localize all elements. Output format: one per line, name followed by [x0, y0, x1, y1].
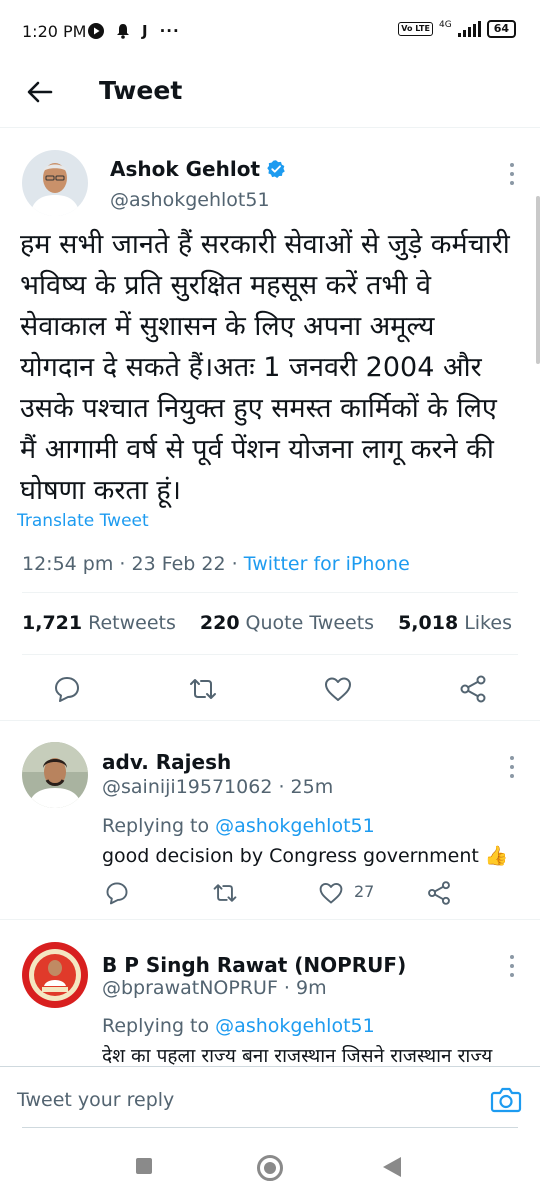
status-time: 1:20 PM: [22, 22, 87, 41]
network-type: 4G: [438, 20, 452, 30]
reply-tweet[interactable]: B P Singh Rawat (NOPRUF) @bprawatNOPRUF …: [0, 920, 540, 1066]
play-icon: [88, 23, 104, 39]
tweet-action-bar: [0, 666, 540, 710]
reply-composer[interactable]: Tweet your reply: [0, 1066, 540, 1128]
divider: [22, 1127, 518, 1128]
divider: [22, 592, 518, 593]
reply-icon[interactable]: [104, 880, 130, 906]
replying-to-label: Replying to @ashokgehlot51: [102, 815, 375, 837]
more-options-icon[interactable]: [508, 163, 516, 185]
home-icon[interactable]: [257, 1155, 283, 1181]
retweet-icon[interactable]: [188, 674, 218, 704]
like-icon[interactable]: [323, 674, 353, 704]
volte-icon: Vo LTE: [398, 22, 433, 36]
reply-author-avatar[interactable]: [22, 942, 88, 1008]
scrollbar[interactable]: [536, 196, 540, 364]
retweet-icon[interactable]: [212, 880, 238, 906]
like-count: 27: [354, 882, 375, 901]
likes-stat[interactable]: 5,018 Likes: [398, 612, 512, 634]
mention-link[interactable]: @ashokgehlot51: [215, 1015, 375, 1037]
status-notification-icons: J ···: [88, 22, 180, 40]
tweet-timestamp: 12:54 pm · 23 Feb 22 · Twitter for iPhon…: [22, 553, 410, 575]
top-app-bar: Tweet: [0, 64, 540, 128]
replying-to-label: Replying to @ashokgehlot51: [102, 1015, 375, 1037]
back-arrow-icon[interactable]: [24, 76, 56, 108]
author-handle[interactable]: @ashokgehlot51: [110, 189, 270, 211]
reply-input[interactable]: Tweet your reply: [17, 1089, 174, 1111]
tweet-stats: 1,721 Retweets 220 Quote Tweets 5,018 Likes: [22, 612, 512, 634]
reply-icon[interactable]: [52, 674, 82, 704]
system-navigation-bar: [0, 1138, 540, 1200]
page-title: Tweet: [99, 76, 183, 105]
tweet-text: हम सभी जानते हैं सरकारी सेवाओं से जुड़े …: [20, 229, 510, 506]
reply-age: 25m: [290, 776, 334, 798]
retweets-stat[interactable]: 1,721 Retweets: [22, 612, 176, 634]
reply-author-avatar[interactable]: [22, 742, 88, 808]
share-icon[interactable]: [426, 880, 452, 906]
divider: [22, 654, 518, 655]
j-icon: J: [142, 22, 148, 40]
bell-icon: [117, 24, 129, 39]
status-bar: 1:20 PM J ··· Vo LTE 4G 64: [0, 0, 540, 64]
battery-icon: 64: [486, 20, 516, 38]
more-options-icon[interactable]: [508, 756, 516, 778]
more-dots-icon: ···: [159, 22, 180, 40]
translate-tweet-link[interactable]: Translate Tweet: [17, 511, 149, 531]
recent-apps-icon[interactable]: [136, 1158, 152, 1174]
mention-link[interactable]: @ashokgehlot51: [215, 815, 375, 837]
author-name[interactable]: Ashok Gehlot: [110, 157, 286, 181]
author-avatar[interactable]: [22, 150, 88, 216]
reply-text: देश का पहला राज्य बना राजस्थान जिसने राज…: [102, 1045, 493, 1066]
signal-icon: [457, 21, 481, 37]
reply-author-name[interactable]: adv. Rajesh: [102, 750, 231, 774]
tweet-source-link[interactable]: Twitter for iPhone: [244, 553, 410, 575]
back-icon[interactable]: [383, 1157, 401, 1177]
status-system-icons: Vo LTE 4G 64: [398, 20, 516, 38]
like-icon[interactable]: [318, 880, 344, 906]
reply-text: good decision by Congress government 👍: [102, 845, 509, 867]
reply-author-handle[interactable]: @bprawatNOPRUF · 9m: [102, 977, 327, 999]
reply-tweet[interactable]: adv. Rajesh @sainiji19571062 · 25m Reply…: [0, 721, 540, 920]
reply-author-handle[interactable]: @sainiji19571062 · 25m: [102, 776, 333, 798]
verified-badge-icon: [267, 160, 285, 178]
reply-age: 9m: [296, 977, 327, 999]
quote-tweets-stat[interactable]: 220 Quote Tweets: [200, 612, 374, 634]
share-icon[interactable]: [458, 674, 488, 704]
camera-icon[interactable]: [490, 1084, 522, 1114]
reply-author-name[interactable]: B P Singh Rawat (NOPRUF): [102, 953, 406, 977]
reply-action-bar: 27: [102, 880, 512, 910]
more-options-icon[interactable]: [508, 955, 516, 977]
